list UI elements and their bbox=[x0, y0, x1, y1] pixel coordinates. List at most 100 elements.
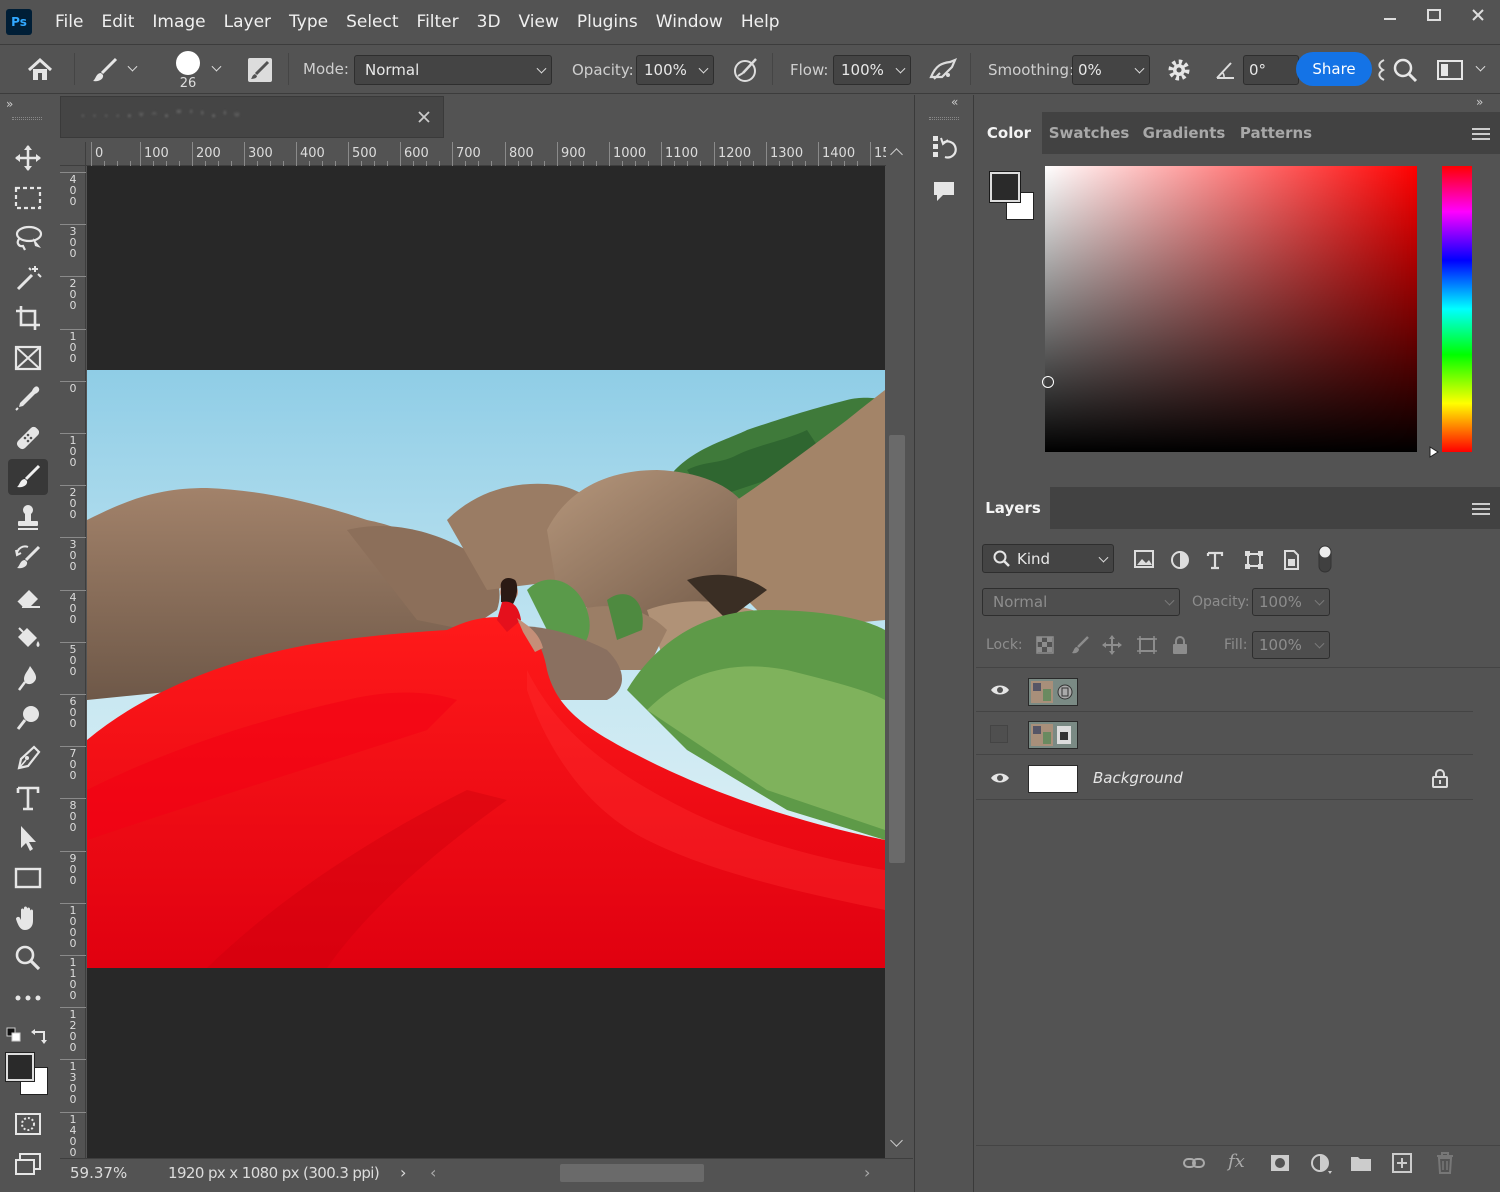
scroll-left-icon[interactable]: ‹ bbox=[430, 1163, 436, 1182]
type-tool-icon[interactable] bbox=[8, 781, 48, 815]
hue-slider[interactable] bbox=[1442, 166, 1472, 452]
blur-tool-icon[interactable] bbox=[8, 661, 48, 695]
close-icon[interactable] bbox=[417, 110, 431, 124]
menu-type[interactable]: Type bbox=[280, 12, 337, 32]
menu-file[interactable]: File bbox=[46, 12, 92, 32]
brush-preview[interactable] bbox=[176, 51, 200, 75]
tab-layers[interactable]: Layers bbox=[976, 487, 1050, 529]
vertical-scrollbar[interactable] bbox=[886, 142, 908, 1158]
new-layer-icon[interactable] bbox=[1392, 1153, 1412, 1173]
lock-artboard-icon[interactable] bbox=[1136, 635, 1158, 655]
maximize-button[interactable] bbox=[1412, 0, 1456, 30]
visibility-eye-icon[interactable] bbox=[990, 683, 1010, 697]
filter-smart-object-icon[interactable] bbox=[1282, 550, 1300, 570]
menu-layer[interactable]: Layer bbox=[215, 12, 280, 32]
dodge-tool-icon[interactable] bbox=[8, 701, 48, 735]
menu-plugins[interactable]: Plugins bbox=[568, 12, 647, 32]
scroll-up-icon[interactable] bbox=[890, 148, 903, 161]
layer-opacity-field[interactable]: 100% bbox=[1252, 588, 1330, 616]
group-folder-icon[interactable] bbox=[1350, 1154, 1372, 1172]
airbrush-icon[interactable] bbox=[928, 57, 958, 83]
lasso-tool-icon[interactable] bbox=[8, 221, 48, 255]
default-colors-icon[interactable] bbox=[6, 1027, 22, 1043]
expand-dock-icon[interactable]: « bbox=[951, 95, 958, 109]
quick-mask-icon[interactable] bbox=[8, 1107, 48, 1141]
angle-field[interactable]: 0° bbox=[1243, 55, 1299, 85]
path-select-icon[interactable] bbox=[8, 821, 48, 855]
scroll-right-icon[interactable]: › bbox=[864, 1163, 870, 1182]
move-tool-icon[interactable] bbox=[8, 141, 48, 175]
add-mask-icon[interactable] bbox=[1270, 1153, 1290, 1173]
minimize-button[interactable] bbox=[1368, 0, 1412, 30]
tab-swatches[interactable]: Swatches bbox=[1044, 112, 1134, 154]
zoom-tool-icon[interactable] bbox=[8, 941, 48, 975]
healing-brush-icon[interactable] bbox=[8, 421, 48, 455]
more-tools-icon[interactable] bbox=[8, 981, 48, 1015]
share-button[interactable]: Share bbox=[1296, 52, 1372, 86]
menu-edit[interactable]: Edit bbox=[92, 12, 143, 32]
smoothing-field[interactable]: 0% bbox=[1072, 55, 1150, 85]
color-field[interactable] bbox=[1045, 166, 1417, 452]
brush-settings-icon[interactable] bbox=[246, 56, 274, 84]
panel-foreground-swatch[interactable] bbox=[989, 171, 1021, 203]
toolbar-grip[interactable] bbox=[12, 117, 42, 120]
search-icon[interactable] bbox=[1392, 57, 1418, 83]
menu-3d[interactable]: 3D bbox=[468, 12, 510, 32]
flow-field[interactable]: 100% bbox=[833, 55, 911, 85]
status-menu-icon[interactable]: › bbox=[400, 1163, 406, 1182]
lock-pixels-icon[interactable] bbox=[1070, 635, 1090, 655]
close-window-button[interactable] bbox=[1456, 0, 1500, 30]
document-info[interactable]: 1920 px x 1080 px (300.3 ppi) bbox=[168, 1164, 380, 1182]
layers-panel-menu-icon[interactable] bbox=[1472, 503, 1490, 515]
menu-window[interactable]: Window bbox=[647, 12, 732, 32]
chevron-down-icon[interactable] bbox=[1475, 61, 1490, 75]
chevron-down-icon[interactable] bbox=[127, 61, 142, 75]
layer-thumbnail[interactable] bbox=[1028, 678, 1078, 706]
angle-icon[interactable] bbox=[1214, 59, 1238, 81]
collapse-panels-icon[interactable]: » bbox=[1476, 95, 1483, 109]
swap-colors-icon[interactable] bbox=[30, 1027, 48, 1045]
lock-all-icon[interactable] bbox=[1172, 635, 1188, 655]
eraser-icon[interactable] bbox=[8, 581, 48, 615]
filter-pixel-icon[interactable] bbox=[1134, 550, 1154, 568]
marquee-tool-icon[interactable] bbox=[8, 181, 48, 215]
symmetry-icon[interactable] bbox=[1374, 57, 1388, 83]
tab-color[interactable]: Color bbox=[976, 112, 1042, 154]
ruler-origin[interactable] bbox=[60, 142, 86, 166]
comments-icon[interactable] bbox=[931, 179, 957, 205]
menu-filter[interactable]: Filter bbox=[408, 12, 468, 32]
mode-dropdown[interactable]: Normal bbox=[354, 55, 552, 85]
layer-thumbnail[interactable] bbox=[1028, 721, 1078, 749]
layer-style-fx-icon[interactable]: fx bbox=[1228, 1151, 1245, 1172]
paint-bucket-icon[interactable] bbox=[8, 621, 48, 655]
color-picker-cursor[interactable] bbox=[1042, 376, 1054, 388]
fill-field[interactable]: 100% bbox=[1252, 631, 1330, 659]
horizontal-scroll-thumb[interactable] bbox=[560, 1164, 704, 1182]
menu-help[interactable]: Help bbox=[732, 12, 789, 32]
eyedropper-icon[interactable] bbox=[8, 381, 48, 415]
clone-stamp-icon[interactable] bbox=[8, 501, 48, 535]
menu-select[interactable]: Select bbox=[337, 12, 407, 32]
link-layers-icon[interactable] bbox=[1182, 1153, 1206, 1173]
layer-filter-dropdown[interactable]: Kind bbox=[982, 544, 1114, 573]
gear-icon[interactable] bbox=[1166, 57, 1192, 83]
menu-view[interactable]: View bbox=[510, 12, 568, 32]
brush-icon[interactable] bbox=[90, 56, 120, 84]
layer-thumbnail[interactable] bbox=[1028, 765, 1078, 793]
scroll-down-icon[interactable] bbox=[890, 1134, 903, 1147]
pen-tool-icon[interactable] bbox=[8, 741, 48, 775]
screen-mode-icon[interactable] bbox=[8, 1147, 48, 1181]
opacity-field[interactable]: 100% bbox=[636, 55, 714, 85]
menu-image[interactable]: Image bbox=[143, 12, 214, 32]
layer-row[interactable] bbox=[976, 713, 1473, 755]
dock-grip[interactable] bbox=[929, 117, 959, 120]
adjustment-layer-icon[interactable] bbox=[1310, 1153, 1334, 1175]
workspace-icon[interactable] bbox=[1436, 59, 1464, 81]
app-logo[interactable]: Ps bbox=[6, 9, 32, 35]
scroll-thumb[interactable] bbox=[889, 435, 905, 863]
layer-blend-mode-dropdown[interactable]: Normal bbox=[982, 588, 1180, 616]
visibility-toggle-off[interactable] bbox=[990, 725, 1008, 743]
hand-tool-icon[interactable] bbox=[8, 901, 48, 935]
lock-transparency-icon[interactable] bbox=[1036, 636, 1054, 654]
canvas[interactable] bbox=[87, 166, 885, 1158]
